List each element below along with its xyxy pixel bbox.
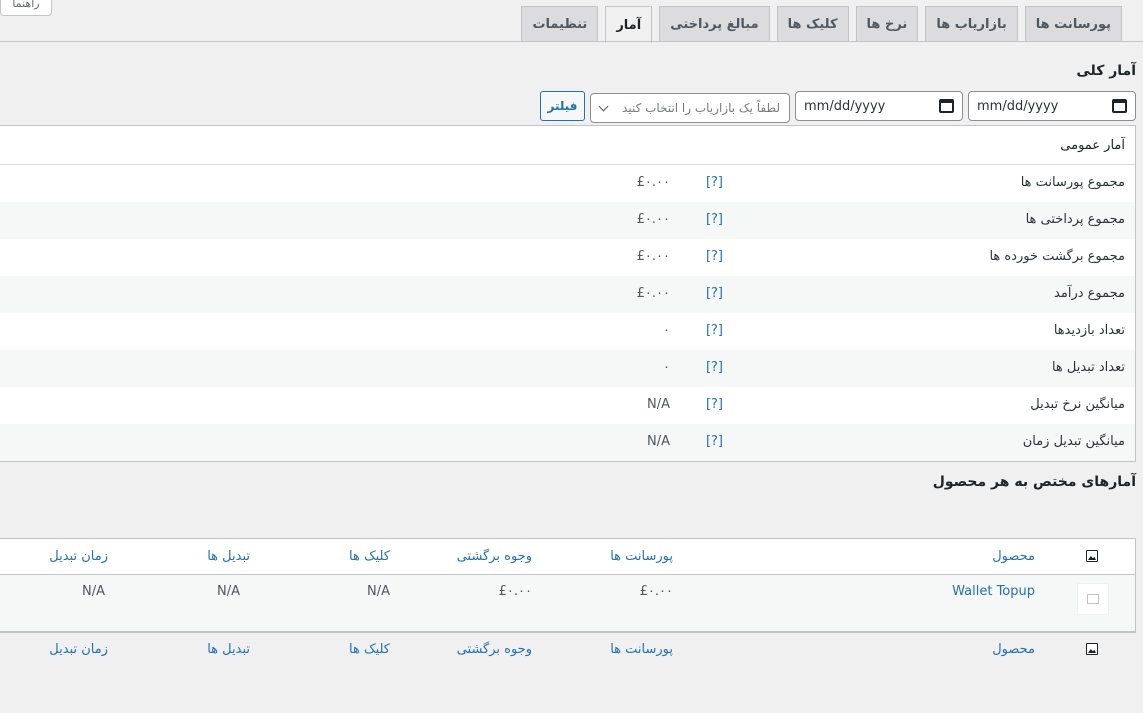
affiliate-select[interactable]: لطفاً یک بازاریاب را انتخاب کنید: [590, 93, 790, 123]
stat-value: £۰.۰۰: [636, 175, 670, 190]
tab-bar: پورسانت ها بازاریاب ها نرخ ها کلیک ها مب…: [521, 6, 1122, 43]
tab-settings[interactable]: تنظیمات: [521, 6, 599, 42]
stat-row: میانگین نرخ تبدیل [?] N/A: [0, 387, 1135, 424]
stat-row: تعداد بازدیدها [?] ۰: [0, 313, 1135, 350]
table-footer-row: محصول پورسانت ها وجوه برگشتی کلیک ها تبد…: [0, 632, 1135, 668]
stat-label: تعداد بازدیدها: [1053, 323, 1125, 338]
tab-affiliates[interactable]: بازاریاب ها: [925, 6, 1018, 42]
tab-clicks[interactable]: کلیک ها: [776, 6, 849, 42]
column-footer-refunds[interactable]: وجوه برگشتی: [457, 642, 532, 657]
help-tip-icon[interactable]: [?]: [706, 212, 723, 227]
cell-commissions: £۰.۰۰: [639, 584, 673, 599]
stat-value: £۰.۰۰: [636, 249, 670, 264]
affiliate-select-placeholder: لطفاً یک بازاریاب را انتخاب کنید: [622, 101, 780, 115]
general-stats-panel: آمار عمومی مجموع پورسانت ها [?] £۰.۰۰ مج…: [0, 125, 1136, 462]
stat-value: N/A: [647, 397, 670, 412]
help-button[interactable]: راهنما: [0, 0, 52, 16]
column-header-product[interactable]: محصول: [992, 549, 1035, 564]
stat-label: تعداد تبدیل ها: [1051, 360, 1125, 375]
stat-value: N/A: [647, 434, 670, 449]
date-from-placeholder: mm/dd/yyyy: [977, 98, 1059, 114]
tab-commissions[interactable]: پورسانت ها: [1024, 6, 1122, 42]
product-stats-table: محصول پورسانت ها وجوه برگشتی کلیک ها تبد…: [0, 538, 1136, 657]
column-footer-product[interactable]: محصول: [992, 642, 1035, 657]
help-tip-icon[interactable]: [?]: [706, 397, 723, 412]
column-header-refunds[interactable]: وجوه برگشتی: [457, 549, 532, 564]
product-thumbnail: [1077, 583, 1109, 615]
overview-title: آمار کلی: [1076, 63, 1136, 79]
stat-row: مجموع پرداختی ها [?] £۰.۰۰: [0, 202, 1135, 239]
product-stats-title: آمارهای مختص به هر محصول: [932, 474, 1136, 490]
column-footer-commissions[interactable]: پورسانت ها: [610, 642, 673, 657]
placeholder-image-icon: [1087, 594, 1099, 604]
stat-value: ۰: [663, 360, 670, 375]
stat-label: میانگین نرخ تبدیل: [1030, 397, 1125, 412]
stat-value: £۰.۰۰: [636, 286, 670, 301]
table-header-row: محصول پورسانت ها وجوه برگشتی کلیک ها تبد…: [0, 539, 1135, 575]
column-header-commissions[interactable]: پورسانت ها: [610, 549, 673, 564]
cell-refunds: £۰.۰۰: [498, 584, 532, 599]
stat-value: £۰.۰۰: [636, 212, 670, 227]
image-icon: [1086, 643, 1098, 655]
tabs-divider: [0, 41, 1143, 42]
column-header-conversion-time[interactable]: زمان تبدیل: [49, 549, 108, 564]
stat-label: مجموع پورسانت ها: [1020, 175, 1125, 190]
column-footer-conversions[interactable]: تبدیل ها: [207, 642, 250, 657]
help-tip-icon[interactable]: [?]: [706, 323, 723, 338]
stat-row: تعداد تبدیل ها [?] ۰: [0, 350, 1135, 387]
date-to-placeholder: mm/dd/yyyy: [804, 98, 886, 114]
help-tip-icon[interactable]: [?]: [706, 249, 723, 264]
date-to-input[interactable]: mm/dd/yyyy: [795, 91, 963, 121]
table-row: Wallet Topup £۰.۰۰ £۰.۰۰ N/A N/A N/A: [0, 575, 1135, 632]
stat-value: ۰: [663, 323, 670, 338]
product-link[interactable]: Wallet Topup: [952, 584, 1035, 599]
general-stats-heading: آمار عمومی: [0, 126, 1135, 165]
stat-label: مجموع پرداختی ها: [1025, 212, 1125, 227]
image-icon: [1086, 550, 1098, 562]
page: راهنما پورسانت ها بازاریاب ها نرخ ها کلی…: [0, 0, 1143, 713]
filter-button[interactable]: فیلتر: [540, 91, 585, 121]
stat-label: مجموع برگشت خورده ها: [989, 249, 1125, 264]
column-header-clicks[interactable]: کلیک ها: [349, 549, 390, 564]
cell-conversion-time: N/A: [82, 584, 105, 599]
stat-row: مجموع برگشت خورده ها [?] £۰.۰۰: [0, 239, 1135, 276]
column-footer-clicks[interactable]: کلیک ها: [349, 642, 390, 657]
tab-payments[interactable]: مبالغ پرداختی: [659, 6, 770, 42]
stat-row: مجموع پورسانت ها [?] £۰.۰۰: [0, 165, 1135, 202]
column-header-conversions[interactable]: تبدیل ها: [207, 549, 250, 564]
tab-rates[interactable]: نرخ ها: [855, 6, 919, 42]
stat-label: میانگین تبدیل زمان: [1022, 434, 1125, 449]
cell-clicks: N/A: [367, 584, 390, 599]
stat-row: مجموع درآمد [?] £۰.۰۰: [0, 276, 1135, 313]
column-footer-conversion-time[interactable]: زمان تبدیل: [49, 642, 108, 657]
calendar-icon[interactable]: [1112, 99, 1127, 113]
calendar-icon[interactable]: [939, 99, 954, 113]
help-tip-icon[interactable]: [?]: [706, 360, 723, 375]
help-tip-icon[interactable]: [?]: [706, 434, 723, 449]
stat-label: مجموع درآمد: [1054, 286, 1125, 301]
chevron-down-icon: [598, 101, 609, 111]
help-tip-icon[interactable]: [?]: [706, 175, 723, 190]
cell-conversions: N/A: [217, 584, 240, 599]
date-from-input[interactable]: mm/dd/yyyy: [968, 91, 1136, 121]
tab-stats[interactable]: آمار: [605, 6, 653, 43]
stat-row: میانگین تبدیل زمان [?] N/A: [0, 424, 1135, 461]
help-tip-icon[interactable]: [?]: [706, 286, 723, 301]
